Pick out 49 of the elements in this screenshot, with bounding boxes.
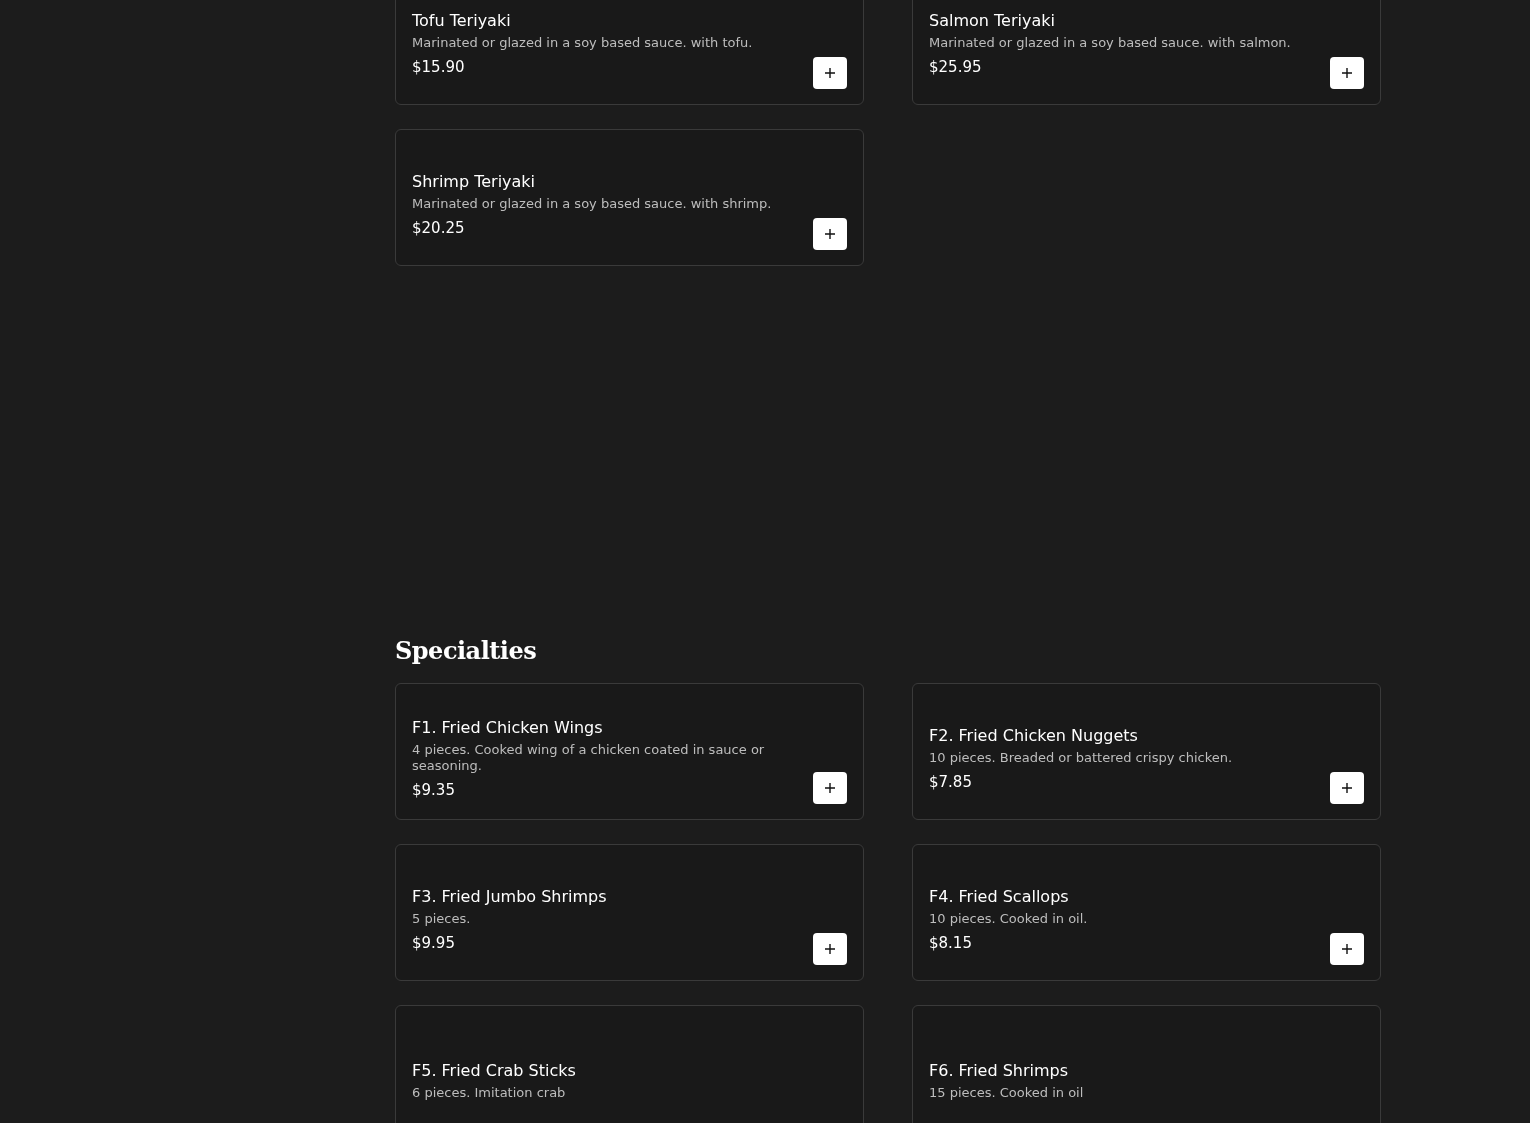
item-description: Marinated or glazed in a soy based sauce. with tofu. [412,35,754,51]
item-name: Salmon Teriyaki [929,11,1056,30]
menu-item-card[interactable]: F3. Fried Jumbo Shrimps 5 pieces. $9.95 [395,844,864,981]
item-description: 10 pieces. Cooked in oil. [929,911,1089,927]
item-name: F5. Fried Crab Sticks [412,1060,577,1080]
plus-icon [825,944,835,954]
item-price: $9.95 [412,934,456,952]
item-price: $9.35 [412,781,456,799]
menu-item-card[interactable]: F2. Fried Chicken Nuggets 10 pieces. Breaded or battered crispy chicken. $7.85 [912,683,1381,820]
item-price: $7.85 [929,773,973,791]
add-button[interactable] [813,57,847,89]
item-name: F3. Fried Jumbo Shrimps [412,887,608,906]
item-price: $15.90 [412,58,466,76]
plus-icon [1342,944,1352,954]
menu-item-card[interactable]: Shrimp Teriyaki Marinated or glazed in a soy based sauce. with shrimp. $20.25 [395,129,864,266]
item-price: $20.25 [412,219,466,237]
menu-item-card[interactable]: F4. Fried Scallops 10 pieces. Cooked in oil. $8.15 [912,844,1381,981]
item-description: 5 pieces. [412,911,472,927]
add-button[interactable] [813,933,847,965]
item-name: F6. Fried Shrimps [929,1060,1070,1080]
item-description: 6 pieces. Imitation crab [412,1084,567,1101]
item-description: 15 pieces. Cooked in oil [929,1084,1085,1101]
menu-item-card[interactable]: Tofu Teriyaki Marinated or glazed in a soy based sauce. with tofu. $15.90 [395,0,864,105]
menu-item-card[interactable]: F1. Fried Chicken Wings 4 pieces. Cooked wing of a chicken coated in sauce or seasoning. $9.35 [395,683,864,820]
add-button[interactable] [1330,772,1364,804]
item-description: Marinated or glazed in a soy based sauce. with shrimp. [412,196,773,212]
plus-icon [825,783,835,793]
item-description: Marinated or glazed in a soy based sauce. with salmon. [929,35,1292,51]
item-price: $8.15 [929,934,973,952]
item-description: 4 pieces. Cooked wing of a chicken coated in sauce or seasoning. [412,742,766,774]
add-button[interactable] [1330,933,1364,965]
item-name: F1. Fried Chicken Wings [412,718,604,737]
plus-icon [825,68,835,78]
menu-item-card[interactable]: F5. Fried Crab Sticks 6 pieces. Imitation crab [395,1005,864,1123]
plus-icon [1342,783,1352,793]
item-name: F4. Fried Scallops [929,887,1070,906]
add-button[interactable] [813,772,847,804]
item-name: F2. Fried Chicken Nuggets [929,726,1139,745]
section-heading: Specialties [395,636,538,665]
item-description: 10 pieces. Breaded or battered crispy chicken. [929,750,1234,766]
item-name: Tofu Teriyaki [412,11,512,30]
plus-icon [1342,68,1352,78]
menu-item-card[interactable]: Salmon Teriyaki Marinated or glazed in a soy based sauce. with salmon. $25.95 [912,0,1381,105]
plus-icon [825,229,835,239]
item-name: Shrimp Teriyaki [412,172,537,191]
add-button[interactable] [813,218,847,250]
item-price: $25.95 [929,58,983,76]
menu-item-card[interactable]: F6. Fried Shrimps 15 pieces. Cooked in oil [912,1005,1381,1123]
add-button[interactable] [1330,57,1364,89]
